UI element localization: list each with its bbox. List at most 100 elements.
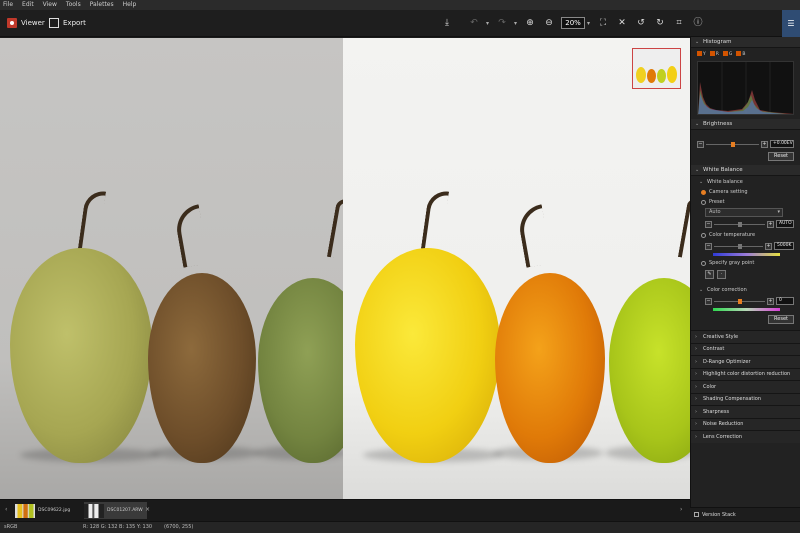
pixel-coordinates: (6700, 255): [164, 524, 194, 530]
chevron-down-icon: ⌄: [695, 166, 700, 173]
wb-camera-setting-radio[interactable]: Camera setting: [691, 187, 800, 197]
image-viewer[interactable]: [0, 38, 690, 499]
save-icon[interactable]: ⤓: [440, 16, 454, 30]
viewer-label: Viewer: [21, 19, 45, 27]
brightness-value-field[interactable]: +0.00EV: [770, 140, 794, 148]
chevron-right-icon: ›: [695, 346, 697, 353]
wb-preset-increase-button[interactable]: +: [767, 220, 774, 228]
menu-palettes[interactable]: Palettes: [90, 0, 114, 10]
brightness-slider-row: − + +0.00EV: [691, 138, 800, 150]
temperature-slider[interactable]: [714, 243, 763, 249]
redo-icon[interactable]: ↷: [495, 16, 509, 30]
temperature-increase-button[interactable]: +: [765, 242, 772, 250]
menu-edit[interactable]: Edit: [22, 0, 34, 10]
wb-preset-value-field[interactable]: AUTO: [776, 220, 794, 228]
color-correction-subheader[interactable]: ⌄ Color correction: [691, 284, 800, 295]
section-shading-compensation[interactable]: › Shading Compensation: [691, 392, 800, 405]
pixel-rgb-readout: R: 128 G: 132 B: 135 Y: 130: [83, 524, 153, 530]
menu-file[interactable]: File: [3, 0, 13, 10]
toolbar-tools: ⤓ ↶ ▾ ↷ ▾ ⊕ ⊖ 20% ▾ ⛶ ✕ ↺ ↻ ⌗ ⓘ: [440, 16, 710, 30]
section-d-range-optimizer[interactable]: › D-Range Optimizer: [691, 355, 800, 368]
chevron-down-icon: ⌄: [699, 179, 704, 185]
toolbar: Viewer Export ⤓ ↶ ▾ ↷ ▾ ⊕ ⊖ 20% ▾ ⛶ ✕ ↺ …: [0, 10, 800, 37]
temperature-decrease-button[interactable]: −: [705, 242, 712, 250]
wb-preset-select[interactable]: Auto: [705, 208, 783, 217]
navigator-thumbnail[interactable]: [632, 48, 681, 89]
undo-icon[interactable]: ↶: [467, 16, 481, 30]
channel-y-checkbox[interactable]: Y: [697, 51, 706, 57]
radio-icon: [701, 260, 706, 266]
edited-image: [343, 38, 690, 499]
filmstrip-thumb[interactable]: DSC09622.jpg: [15, 502, 74, 519]
filmstrip-next-icon[interactable]: ›: [680, 506, 682, 513]
export-icon: [49, 18, 59, 28]
chevron-down-icon: ⌄: [699, 287, 704, 293]
brightness-slider[interactable]: [706, 141, 759, 147]
rotate-left-icon[interactable]: ↺: [634, 16, 648, 30]
chevron-right-icon: ›: [695, 408, 697, 415]
section-lens-correction[interactable]: › Lens Correction: [691, 430, 800, 443]
viewer-button[interactable]: Viewer: [7, 17, 45, 29]
wb-preset-slider[interactable]: [714, 221, 765, 227]
adjust-panel-toggle-button[interactable]: ☰: [782, 10, 800, 37]
actual-size-icon[interactable]: ✕: [615, 16, 629, 30]
zoom-out-icon[interactable]: ⊖: [542, 16, 556, 30]
undo-dropdown-icon[interactable]: ▾: [486, 20, 489, 27]
wb-preset-decrease-button[interactable]: −: [705, 220, 712, 228]
zoom-dropdown-icon[interactable]: ▾: [587, 20, 590, 27]
filmstrip-thumb-selected[interactable]: DSC01207.ARW: [84, 502, 147, 519]
filmstrip-prev-icon[interactable]: ‹: [5, 506, 7, 513]
original-image: [0, 38, 343, 499]
colorspace-label: sRGB: [4, 524, 18, 530]
section-color[interactable]: › Color: [691, 380, 800, 393]
zoom-level-field[interactable]: 20%: [561, 17, 586, 29]
temperature-value-field[interactable]: 5000K: [774, 242, 794, 250]
color-correction-slider-row: − + 0: [691, 295, 800, 307]
export-label: Export: [63, 19, 86, 27]
brightness-decrease-button[interactable]: −: [697, 140, 704, 148]
temperature-gradient: [713, 253, 780, 256]
rotate-right-icon[interactable]: ↻: [653, 16, 667, 30]
gray-point-pickers: ✎ ·: [691, 268, 800, 281]
info-icon[interactable]: ⓘ: [691, 16, 705, 30]
correction-decrease-button[interactable]: −: [705, 297, 712, 305]
histogram-header[interactable]: ⌄ Histogram: [691, 37, 800, 48]
brightness-increase-button[interactable]: +: [761, 140, 768, 148]
section-highlight-color[interactable]: › Highlight color distortion reduction: [691, 367, 800, 380]
crop-icon[interactable]: ⌗: [672, 16, 686, 30]
wb-gray-point-radio[interactable]: Specify gray point: [691, 258, 800, 268]
filmstrip-close-icon[interactable]: ×: [145, 506, 150, 513]
menu-help[interactable]: Help: [123, 0, 137, 10]
chevron-right-icon: ›: [695, 421, 697, 428]
brightness-reset-button[interactable]: Reset: [768, 152, 794, 161]
white-balance-header[interactable]: ⌄ White Balance: [691, 165, 800, 176]
wb-color-temperature-radio[interactable]: Color temperature: [691, 230, 800, 240]
filmstrip: ‹ DSC09622.jpg DSC01207.ARW × ›: [0, 499, 690, 521]
color-correction-slider[interactable]: [714, 298, 765, 304]
fit-screen-icon[interactable]: ⛶: [596, 16, 610, 30]
section-contrast[interactable]: › Contrast: [691, 342, 800, 355]
chevron-down-icon: ⌄: [695, 38, 700, 45]
channel-g-checkbox[interactable]: G: [722, 51, 732, 57]
radio-icon: [701, 199, 706, 205]
white-balance-reset-button[interactable]: Reset: [768, 315, 794, 324]
channel-b-checkbox[interactable]: B: [736, 51, 745, 57]
export-button[interactable]: Export: [49, 17, 86, 29]
viewer-icon: [7, 18, 17, 28]
correction-value-field[interactable]: 0: [776, 297, 794, 305]
section-creative-style[interactable]: › Creative Style: [691, 330, 800, 343]
channel-r-checkbox[interactable]: R: [709, 51, 719, 57]
menu-view[interactable]: View: [43, 0, 57, 10]
redo-dropdown-icon[interactable]: ▾: [514, 20, 517, 27]
menu-tools[interactable]: Tools: [66, 0, 81, 10]
correction-increase-button[interactable]: +: [767, 297, 774, 305]
brightness-header[interactable]: ⌄ Brightness: [691, 119, 800, 130]
wb-preset-radio[interactable]: Preset: [691, 197, 800, 207]
white-balance-subheader[interactable]: ⌄ White balance: [691, 176, 800, 187]
eyedropper-clear-icon[interactable]: ·: [717, 270, 726, 279]
section-noise-reduction[interactable]: › Noise Reduction: [691, 417, 800, 430]
zoom-in-icon[interactable]: ⊕: [523, 16, 537, 30]
eyedropper-icon[interactable]: ✎: [705, 270, 714, 279]
section-sharpness[interactable]: › Sharpness: [691, 405, 800, 418]
version-stack-toggle[interactable]: Version Stack: [690, 507, 800, 521]
